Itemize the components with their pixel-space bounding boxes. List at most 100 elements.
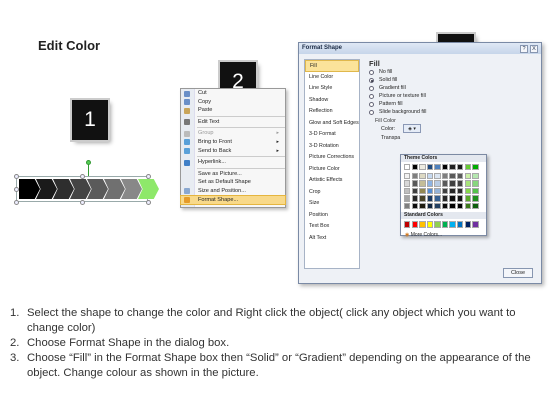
color-swatch[interactable] (404, 172, 411, 179)
color-swatch[interactable] (457, 195, 464, 202)
nav-item-line-style[interactable]: Line Style (305, 83, 359, 95)
color-swatch[interactable] (457, 180, 464, 187)
nav-item-picture-color[interactable]: Picture Color (305, 164, 359, 176)
nav-item-picture-corrections[interactable]: Picture Corrections (305, 152, 359, 164)
menu-item-size-and-position[interactable]: Size and Position... (181, 187, 285, 196)
menu-item-paste[interactable]: Paste (181, 106, 285, 115)
close-button[interactable]: Close (503, 268, 533, 278)
color-swatch[interactable] (404, 180, 411, 187)
color-swatch[interactable] (411, 180, 418, 187)
menu-item-bring-to-front[interactable]: Bring to Front ▸ (181, 138, 285, 147)
color-swatch[interactable] (472, 221, 479, 228)
color-swatch[interactable] (457, 221, 464, 228)
color-swatch[interactable] (449, 172, 456, 179)
menu-item-set-default-shape[interactable]: Set as Default Shape (181, 178, 285, 187)
color-swatch[interactable] (441, 221, 449, 228)
color-swatch[interactable] (411, 187, 418, 195)
color-swatch[interactable] (419, 221, 426, 228)
color-swatch[interactable] (434, 164, 441, 171)
selected-chevron-shape[interactable] (12, 160, 159, 208)
color-swatch[interactable] (441, 180, 449, 187)
color-swatch[interactable] (426, 221, 434, 228)
menu-item-send-to-back[interactable]: Send to Back ▸ (181, 147, 285, 156)
color-swatch[interactable] (464, 221, 472, 228)
nav-item-reflection[interactable]: Reflection (305, 106, 359, 118)
color-swatch[interactable] (411, 221, 418, 228)
resize-handle[interactable] (14, 200, 19, 205)
color-swatch[interactable] (426, 164, 434, 171)
color-swatch[interactable] (472, 164, 479, 171)
color-swatch[interactable] (472, 195, 479, 202)
color-swatch[interactable] (411, 195, 418, 202)
color-swatch[interactable] (449, 221, 456, 228)
color-swatch[interactable] (434, 221, 441, 228)
nav-item-3-d-rotation[interactable]: 3-D Rotation (305, 141, 359, 153)
close-icon[interactable]: X (530, 44, 538, 53)
nav-item-shadow[interactable]: Shadow (305, 95, 359, 107)
color-swatch[interactable] (464, 172, 472, 179)
color-swatch[interactable] (426, 195, 434, 202)
menu-item-copy[interactable]: Copy (181, 98, 285, 107)
color-swatch[interactable] (449, 164, 456, 171)
color-swatch[interactable] (464, 195, 472, 202)
resize-handle[interactable] (146, 200, 151, 205)
color-swatch[interactable] (426, 187, 434, 195)
nav-item-position[interactable]: Position (305, 210, 359, 222)
color-swatch[interactable] (419, 187, 426, 195)
color-swatch[interactable] (426, 202, 434, 210)
nav-item-crop[interactable]: Crop (305, 187, 359, 199)
color-swatch[interactable] (434, 202, 441, 210)
menu-item-format-shape[interactable]: Format Shape... (180, 194, 286, 206)
menu-item-edit-text[interactable]: Edit Text (181, 118, 285, 127)
radio-slide-background-fill[interactable]: Slide background fill (365, 108, 539, 116)
color-swatch[interactable] (457, 164, 464, 171)
nav-item-3-d-format[interactable]: 3-D Format (305, 129, 359, 141)
nav-item-text-box[interactable]: Text Box (305, 221, 359, 233)
nav-item-size[interactable]: Size (305, 198, 359, 210)
color-swatch[interactable] (411, 172, 418, 179)
color-swatch[interactable] (441, 164, 449, 171)
radio-gradient-fill[interactable]: Gradient fill (365, 84, 539, 92)
color-swatch[interactable] (434, 172, 441, 179)
color-swatch[interactable] (472, 172, 479, 179)
radio-no-fill[interactable]: No fill (365, 68, 539, 76)
radio-solid-fill[interactable]: Solid fill (365, 76, 539, 84)
color-swatch[interactable] (449, 202, 456, 210)
color-swatch[interactable] (472, 180, 479, 187)
color-swatch[interactable] (419, 172, 426, 179)
color-swatch[interactable] (449, 195, 456, 202)
color-swatch[interactable] (419, 164, 426, 171)
radio-picture-fill[interactable]: Picture or texture fill (365, 92, 539, 100)
color-swatch[interactable] (411, 164, 418, 171)
nav-item-fill[interactable]: Fill (305, 60, 359, 72)
nav-item-alt-text[interactable]: Alt Text (305, 233, 359, 245)
color-swatch[interactable] (426, 172, 434, 179)
color-swatch[interactable] (441, 172, 449, 179)
color-picker-button[interactable]: ◈ ▾ (403, 124, 421, 133)
color-swatch[interactable] (426, 180, 434, 187)
color-swatch[interactable] (404, 187, 411, 195)
color-swatch[interactable] (449, 180, 456, 187)
color-swatch[interactable] (464, 164, 472, 171)
color-swatch[interactable] (441, 187, 449, 195)
nav-item-glow-and-soft-edges[interactable]: Glow and Soft Edges (305, 118, 359, 130)
chevron-segment[interactable] (19, 179, 40, 199)
color-swatch[interactable] (464, 187, 472, 195)
color-swatch[interactable] (404, 202, 411, 210)
color-swatch[interactable] (441, 202, 449, 210)
menu-item-save-as-picture[interactable]: Save as Picture... (181, 170, 285, 179)
color-swatch[interactable] (464, 202, 472, 210)
color-swatch[interactable] (419, 195, 426, 202)
nav-item-line-color[interactable]: Line Color (305, 72, 359, 84)
color-swatch[interactable] (411, 202, 418, 210)
color-swatch[interactable] (434, 180, 441, 187)
color-swatch[interactable] (457, 202, 464, 210)
color-swatch[interactable] (441, 195, 449, 202)
more-colors-option[interactable]: ◉ More Colors... (401, 230, 486, 238)
menu-item-cut[interactable]: Cut (181, 89, 285, 98)
rotation-handle[interactable] (86, 160, 91, 165)
color-swatch[interactable] (472, 187, 479, 195)
color-swatch[interactable] (449, 187, 456, 195)
color-swatch[interactable] (464, 180, 472, 187)
color-swatch[interactable] (434, 195, 441, 202)
